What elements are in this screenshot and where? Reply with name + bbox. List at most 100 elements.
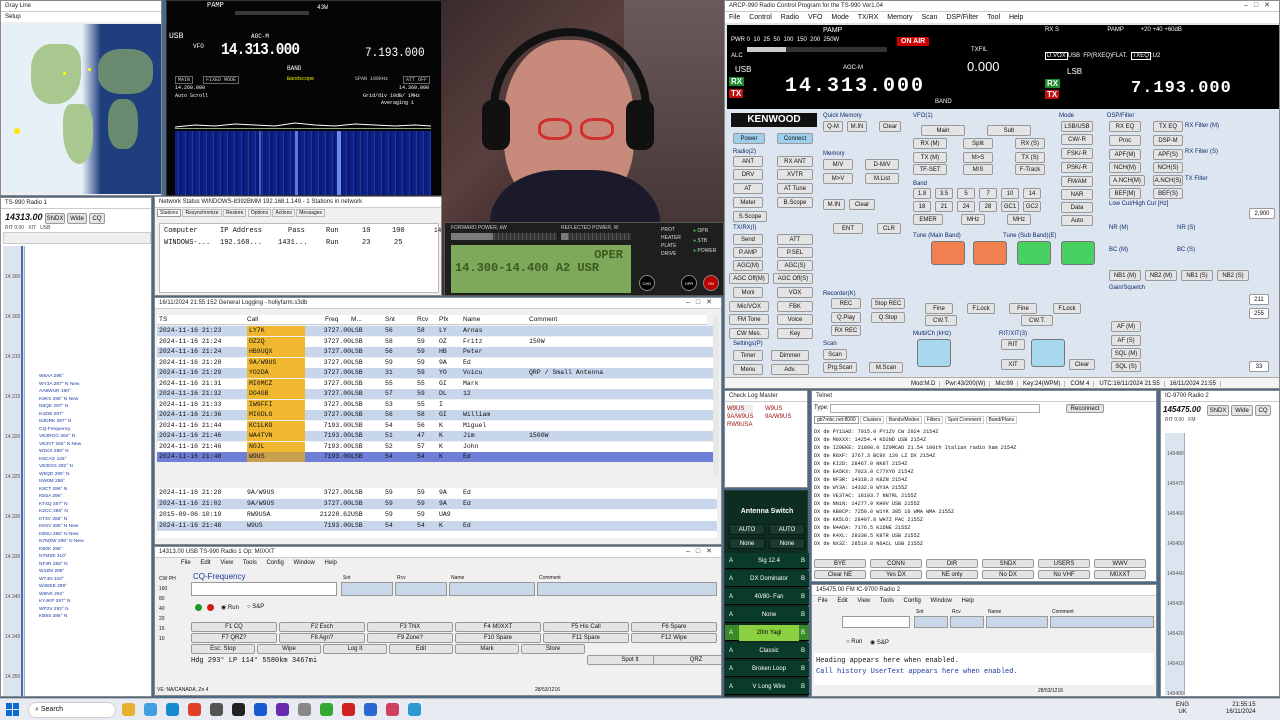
arcp-button[interactable]: EMER [913, 214, 943, 225]
arcp-button[interactable]: FBK [777, 301, 813, 312]
arcp-hicut-value[interactable]: 2,900 [1249, 208, 1275, 219]
telnet-tab-clusters[interactable]: Clusters [860, 416, 885, 424]
antenna-auto-b[interactable]: AUTO [769, 524, 805, 535]
radio1-run-radio[interactable]: ◉ Run [221, 604, 239, 611]
antenna-row[interactable]: A V Long Wire B [725, 679, 809, 695]
amp-power-button[interactable]: ON OFF [703, 275, 719, 302]
sdr-spot[interactable]: VE3VT 292° N New [39, 442, 81, 447]
table-row[interactable]: 2024-11-16 21:46 N0JL 7193.00 LSB 52 57 K John [157, 441, 717, 452]
arcp-button[interactable]: RIT [1001, 339, 1025, 350]
arcp-button[interactable]: S.Scope [733, 211, 767, 222]
arcp-button[interactable]: AGC(M) [733, 260, 763, 271]
radio2-menu-tools[interactable]: Tools [880, 598, 894, 604]
arcp-menu-file[interactable]: File [729, 14, 740, 21]
arcp-button[interactable]: Meter [733, 197, 763, 208]
radio1-menu-edit[interactable]: Edit [200, 560, 210, 566]
sdr-spot[interactable]: N7MZW 296° N New [39, 539, 84, 544]
arcp-menu-txrx[interactable]: TX/RX [858, 14, 879, 21]
arcp-button[interactable]: Q.Play [831, 312, 861, 323]
antenna-row[interactable]: A DX Dominator B [725, 571, 809, 587]
app-icon[interactable] [342, 703, 355, 716]
radio2-callsign-input[interactable] [842, 616, 910, 628]
radio2-name-input[interactable] [986, 616, 1048, 628]
radio2-rcv-input[interactable] [950, 616, 984, 628]
arcp-button[interactable]: F.Lock [967, 303, 995, 314]
arcp-button[interactable]: CW.T. [925, 315, 957, 326]
arcp-button[interactable]: BEF(S) [1153, 188, 1183, 199]
arcp-button[interactable]: CW.T. [1021, 315, 1053, 326]
folder-icon[interactable] [122, 703, 135, 716]
sdr-spot[interactable]: NTMZE 310° [39, 554, 67, 559]
tune-knob-icon[interactable] [1061, 241, 1095, 265]
antenna-row[interactable]: A None B [725, 607, 809, 623]
antenna-none-b[interactable]: None [769, 538, 805, 549]
sdr-spot[interactable]: KB8S 286° N [39, 614, 67, 619]
sdr-spot[interactable]: KY4KP 287° N [39, 599, 70, 604]
arcp-button[interactable]: 5 [957, 188, 975, 199]
arcp-menu-radio[interactable]: Radio [781, 14, 799, 21]
arcp-menu-control[interactable]: Control [749, 14, 772, 21]
arcp-button[interactable]: AGC Off(M) [729, 273, 769, 284]
arcp-button[interactable]: RX REC [831, 325, 861, 336]
dupe-row[interactable]: 2024-11-16 21:28 9A/W9US 3727.00 LSB 59 59 9A E… [157, 488, 717, 498]
sdr-spot[interactable]: AA8WUR 190° [39, 389, 71, 394]
netstatus-row-computer[interactable]: WINDOWS-... [164, 239, 210, 247]
arcp-button[interactable]: CW/-R [1061, 134, 1093, 145]
table-row[interactable]: 2024-11-16 21:48 W9US 7193.00 LSB 54 54 K Ed [157, 452, 717, 462]
arcp-button[interactable]: BEF(M) [1109, 188, 1141, 199]
antenna-row[interactable]: A 20m Yagi B [725, 625, 809, 641]
sdr-spot[interactable]: KE5A 296° [39, 494, 62, 499]
antenna-row[interactable]: A Sig 12.4 B [725, 553, 809, 569]
arcp-button[interactable]: AF (S) [1111, 335, 1141, 346]
arcp-button[interactable]: LSB/USB [1061, 121, 1093, 132]
radio1-menu-config[interactable]: Config [267, 560, 284, 566]
dx-spot-line[interactable]: DX de VE3TAC: 18103.7 NN7RL 2155Z [814, 492, 1150, 500]
table-row[interactable]: 2024-11-16 21:46 WA4TVN 7193.00 LSB 51 47 K Jim… [157, 431, 717, 441]
arcp-button[interactable]: NCH(S) [1153, 162, 1183, 173]
sdr-spot[interactable]: WP2V 292° N [39, 607, 69, 612]
fkey-button[interactable]: F3 TNX [367, 622, 453, 632]
amp-opr-button[interactable]: OPR STB [681, 275, 697, 302]
table-row[interactable]: 2024-11-16 21:29 YO2DA 3727.00 LSB 31 59 YO Voi… [157, 368, 717, 378]
arcp-button[interactable]: Mic/VOX [729, 301, 769, 312]
fkey-button[interactable]: F5 His Call [543, 622, 629, 632]
taskbar-search[interactable]: ⌕ Search [28, 702, 116, 718]
radio1-snt-input[interactable] [341, 582, 393, 596]
sdr-spot[interactable]: KK6V 286° N New [39, 524, 78, 529]
dx-spot-line[interactable]: DX de KK5LO: 28407.8 WH7Z PAC 2155Z [814, 516, 1150, 524]
table-row[interactable]: 2024-11-16 21:24 OZ2Q 3727.00 LSB 58 59 OZ Frit… [157, 336, 717, 347]
radio1-menu-tools[interactable]: Tools [243, 560, 257, 566]
arcp-button[interactable]: Q-M [823, 121, 843, 132]
arcp-button[interactable]: AGC(S) [777, 260, 813, 271]
word-icon[interactable] [254, 703, 267, 716]
netstatus-tab-stations[interactable]: Stations [157, 209, 182, 217]
arcp-button[interactable]: 28 [979, 201, 997, 212]
arcp-button[interactable]: TX EQ [1153, 121, 1183, 132]
sdr2-tab-cq[interactable]: CQ [1255, 405, 1271, 416]
radio2-comment-input[interactable] [1050, 616, 1154, 628]
fkey-button[interactable]: F2 Exch [279, 622, 365, 632]
telnet-tab-bandplans[interactable]: Band/Plans [985, 416, 1018, 424]
tuning-knob-icon[interactable] [1031, 339, 1065, 367]
dx-spot-line[interactable]: DX de IZ0EKE: 21800.0 IZ0MCAD 21.54 100t… [814, 444, 1150, 452]
sdr-spot[interactable]: WT4N 310° [39, 577, 64, 582]
fkey-button[interactable]: Esc: Stop [191, 644, 255, 654]
table-row[interactable]: 2024-11-16 21:24 HB9UQX 3727.00 LSB 56 59 HB Pe… [157, 347, 717, 357]
telnet-filter-button[interactable]: No VHF [1038, 570, 1090, 579]
sdr-spot[interactable]: NF3R 288° N [39, 562, 68, 567]
arcp-button[interactable]: Voice [777, 314, 813, 325]
arcp-button[interactable]: TF-SET [913, 164, 947, 175]
arcp-button[interactable]: Proc [1109, 135, 1141, 146]
arcp-button[interactable]: 7 [979, 188, 997, 199]
fkey-button[interactable]: F8 Agn? [279, 633, 365, 643]
dx-spot-line[interactable]: DX de M0XXX: 14254.4 KD2ND USB 2154Z [814, 436, 1150, 444]
arcp-button[interactable]: Main [921, 125, 965, 136]
start-icon[interactable] [6, 703, 19, 716]
arcp-button[interactable]: Send [733, 234, 763, 245]
sdr-spot[interactable]: KB5U 286° N New [39, 532, 79, 537]
arcp-button[interactable]: A.NCH(M) [1109, 175, 1145, 186]
arcp-button[interactable]: 14 [1023, 188, 1041, 199]
arcp-button[interactable]: M.List [865, 173, 899, 184]
antenna-auto-a[interactable]: AUTO [729, 524, 765, 535]
dupe-row[interactable]: 2024-11-16 21:48 W9US 7193.00 LSB 54 54 K Ed [157, 521, 717, 531]
